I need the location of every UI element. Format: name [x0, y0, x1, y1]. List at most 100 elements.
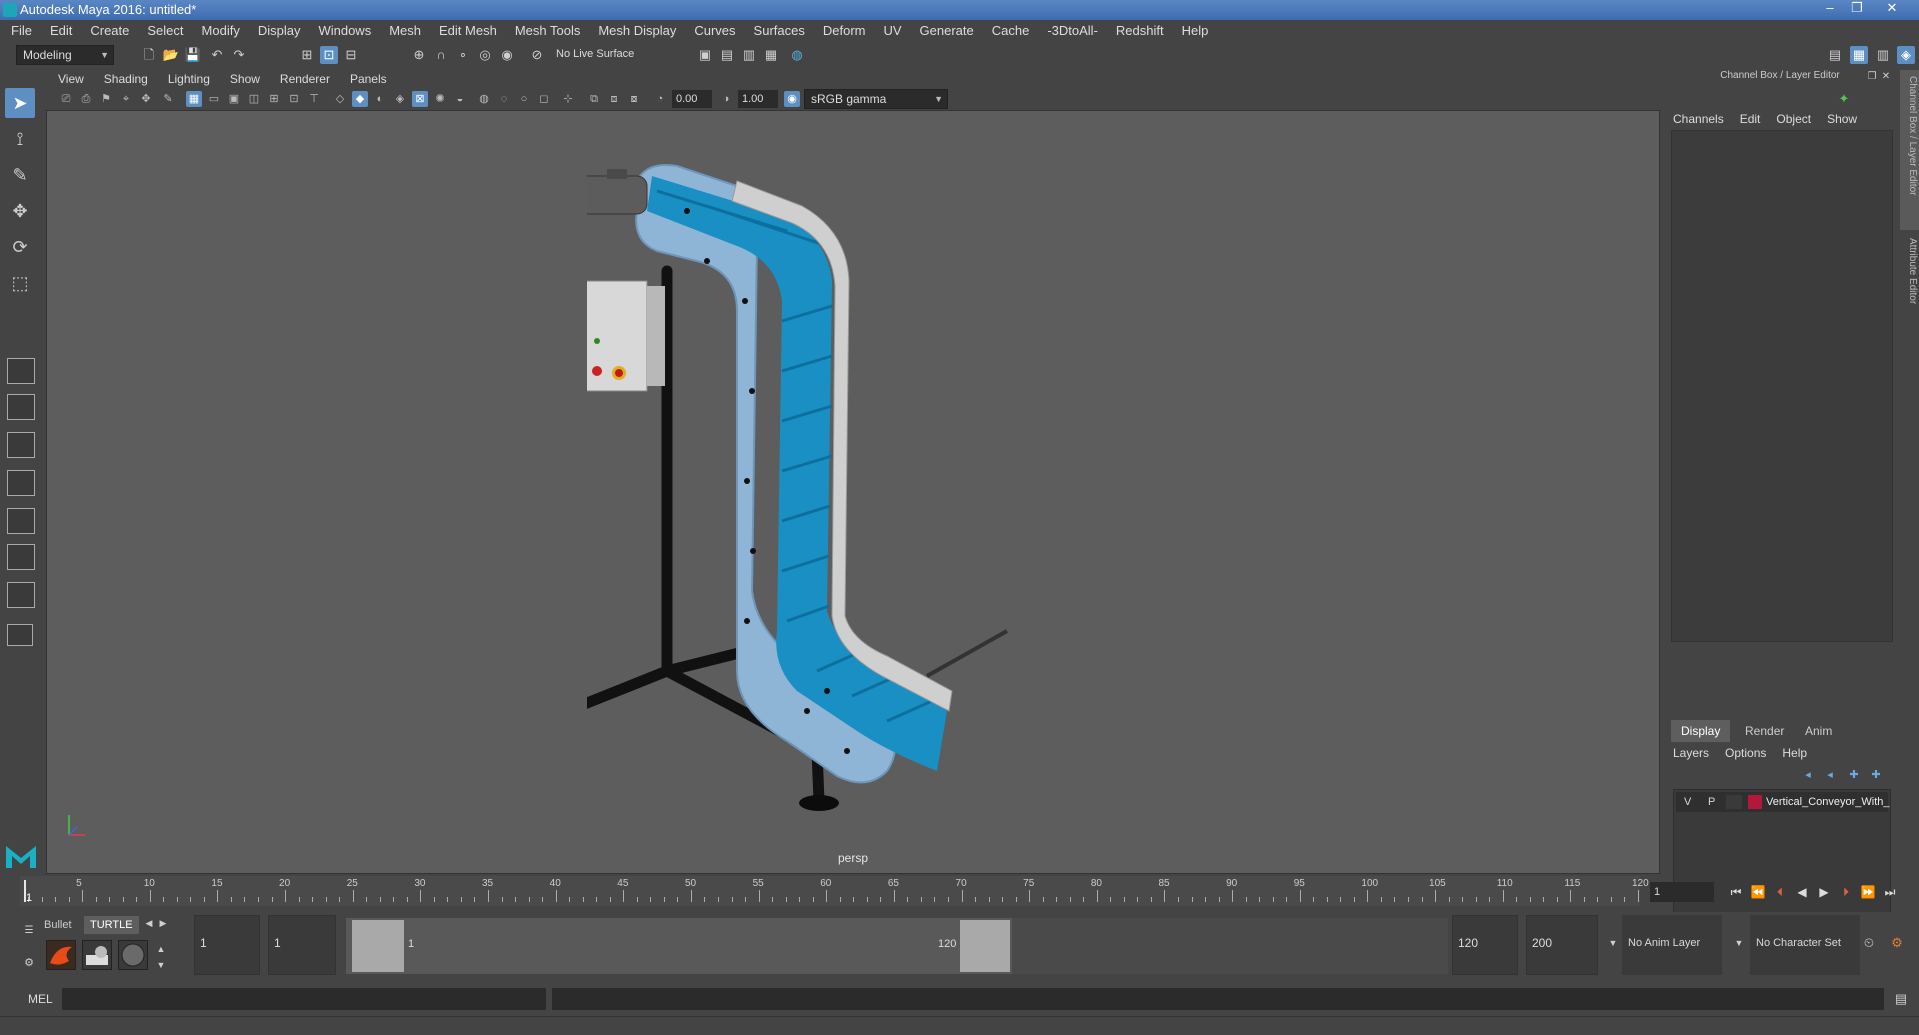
snap-view-plane-icon[interactable]: ◎: [476, 46, 494, 64]
use-all-lights-icon[interactable]: ✺: [432, 91, 448, 107]
help-menu[interactable]: Help: [1774, 744, 1815, 762]
new-layer-icon[interactable]: ✚: [1845, 766, 1863, 784]
playback-start-field[interactable]: 1: [268, 915, 336, 975]
render-settings-icon[interactable]: ▦: [762, 46, 780, 64]
anti-aliasing-icon[interactable]: ○: [516, 91, 532, 107]
side-tab-attribute-editor[interactable]: Attribute Editor: [1900, 234, 1919, 324]
go-to-start-icon[interactable]: ⏮: [1726, 882, 1746, 902]
shadows-icon[interactable]: ◒: [452, 91, 468, 107]
show-menu[interactable]: Show: [1819, 110, 1865, 128]
select-by-object-icon[interactable]: ⊡: [320, 46, 338, 64]
menu-modify[interactable]: Modify: [193, 20, 249, 42]
field-chart-icon[interactable]: ⊞: [266, 91, 282, 107]
wireframe-icon[interactable]: ◇: [332, 91, 348, 107]
shelf-scroll-down-icon[interactable]: ▼: [152, 956, 170, 974]
menu-uv[interactable]: UV: [874, 20, 910, 42]
move-layer-up-icon[interactable]: ◂: [1799, 766, 1817, 784]
shelf-tab-turtle[interactable]: TURTLE: [84, 916, 139, 934]
menu-windows[interactable]: Windows: [309, 20, 380, 42]
layer-name[interactable]: Vertical_Conveyor_With_: [1766, 792, 1890, 812]
persp-graph-layout-icon[interactable]: [7, 470, 35, 496]
workspace-layout-icon[interactable]: ▤: [1826, 46, 1844, 64]
save-scene-icon[interactable]: 💾: [184, 46, 202, 64]
panel-menu-lighting[interactable]: Lighting: [158, 70, 220, 88]
smooth-shade-icon[interactable]: ◆: [352, 91, 368, 107]
panel-menu-shading[interactable]: Shading: [94, 70, 158, 88]
snap-point-icon[interactable]: ∘: [454, 46, 472, 64]
scene-end-field[interactable]: 200: [1526, 915, 1598, 975]
safe-title-icon[interactable]: ⊤: [306, 91, 322, 107]
wireframe-on-shaded-icon[interactable]: ◈: [392, 91, 408, 107]
panel-menu-panels[interactable]: Panels: [340, 70, 397, 88]
layer-color-swatch[interactable]: [1748, 795, 1762, 809]
turtle-baking-icon[interactable]: [82, 940, 112, 970]
animation-prefs-icon[interactable]: ⚙: [1888, 934, 1906, 952]
menu-redshift[interactable]: Redshift: [1107, 20, 1173, 42]
object-menu[interactable]: Object: [1768, 110, 1819, 128]
go-to-end-icon[interactable]: ⏭: [1880, 882, 1900, 902]
snap-curve-icon[interactable]: ∩: [432, 46, 450, 64]
menu-curves[interactable]: Curves: [685, 20, 744, 42]
textured-icon[interactable]: ⊠: [412, 91, 428, 107]
hypershade-icon[interactable]: ◍: [788, 46, 806, 64]
menu-mesh-display[interactable]: Mesh Display: [589, 20, 685, 42]
color-management-icon[interactable]: ◉: [784, 91, 800, 107]
persp-outliner-layout-icon[interactable]: [7, 432, 35, 458]
menu-3dtoall[interactable]: -3DtoAll-: [1038, 20, 1107, 42]
range-end-handle[interactable]: [960, 920, 1010, 972]
toggle-layer-editor-icon[interactable]: ◈: [1897, 46, 1915, 64]
menu-mesh[interactable]: Mesh: [380, 20, 430, 42]
layer-row[interactable]: V P Vertical_Conveyor_With_: [1676, 792, 1890, 812]
xray-joints-icon[interactable]: ⧈: [606, 91, 622, 107]
step-forward-frame-icon[interactable]: ⏵: [1836, 882, 1856, 902]
redo-icon[interactable]: ↷: [230, 46, 248, 64]
grid-toggle-icon[interactable]: ▦: [186, 91, 202, 107]
screen-space-ao-icon[interactable]: ◍: [476, 91, 492, 107]
new-scene-icon[interactable]: 🗋: [140, 46, 158, 64]
resolution-gate-icon[interactable]: ▣: [226, 91, 242, 107]
tab-display[interactable]: Display: [1671, 720, 1731, 742]
render-view-icon[interactable]: ▣: [696, 46, 714, 64]
custom-layout-icon[interactable]: [7, 624, 33, 646]
paint-select-tool-icon[interactable]: ✎: [5, 160, 35, 190]
single-perspective-view-icon[interactable]: [7, 358, 35, 384]
move-layer-down-icon[interactable]: ◂: [1821, 766, 1839, 784]
rotate-tool-icon[interactable]: ⟳: [5, 232, 35, 262]
step-back-key-icon[interactable]: ⏪: [1748, 882, 1768, 902]
range-slider-bar[interactable]: 1 120: [346, 918, 1012, 974]
depth-of-field-icon[interactable]: ◻: [536, 91, 552, 107]
menu-display[interactable]: Display: [249, 20, 310, 42]
move-tool-icon[interactable]: ✥: [5, 196, 35, 226]
gamma-icon[interactable]: ◑: [718, 91, 734, 107]
step-back-frame-icon[interactable]: ⏴: [1770, 882, 1790, 902]
layer-type-toggle[interactable]: [1726, 795, 1742, 809]
xray-icon[interactable]: ⧉: [586, 91, 602, 107]
camera-lock-icon[interactable]: ⎙: [78, 91, 94, 107]
channels-menu[interactable]: Channels: [1665, 110, 1732, 128]
outliner-layout-icon[interactable]: [7, 544, 35, 570]
menu-mesh-tools[interactable]: Mesh Tools: [506, 20, 590, 42]
current-frame-field[interactable]: 1: [1650, 882, 1714, 902]
make-live-icon[interactable]: ⊘: [528, 46, 546, 64]
exposure-field[interactable]: 0.00: [672, 90, 712, 108]
toggle-channel-box-icon[interactable]: ▦: [1850, 46, 1868, 64]
safe-action-icon[interactable]: ⊡: [286, 91, 302, 107]
shelf-settings-icon[interactable]: ⚙: [20, 954, 38, 972]
menu-generate[interactable]: Generate: [911, 20, 983, 42]
turtle-render-icon[interactable]: [46, 940, 76, 970]
grease-pencil-icon[interactable]: ✎: [160, 91, 176, 107]
edit-menu[interactable]: Edit: [1732, 110, 1769, 128]
panel-menu-renderer[interactable]: Renderer: [270, 70, 340, 88]
channel-list[interactable]: [1671, 130, 1893, 642]
shelf-tab-scroll-right-icon[interactable]: ▶: [154, 914, 172, 932]
options-menu[interactable]: Options: [1717, 744, 1774, 762]
play-forwards-icon[interactable]: ▶: [1814, 882, 1834, 902]
layers-menu[interactable]: Layers: [1665, 744, 1717, 762]
step-forward-key-icon[interactable]: ⏩: [1858, 882, 1878, 902]
turtle-sphere-icon[interactable]: [118, 940, 148, 970]
film-gate-icon[interactable]: ▭: [206, 91, 222, 107]
command-input[interactable]: [62, 988, 546, 1010]
menu-deform[interactable]: Deform: [814, 20, 875, 42]
command-language-label[interactable]: MEL: [28, 992, 53, 1006]
menu-create[interactable]: Create: [81, 20, 138, 42]
